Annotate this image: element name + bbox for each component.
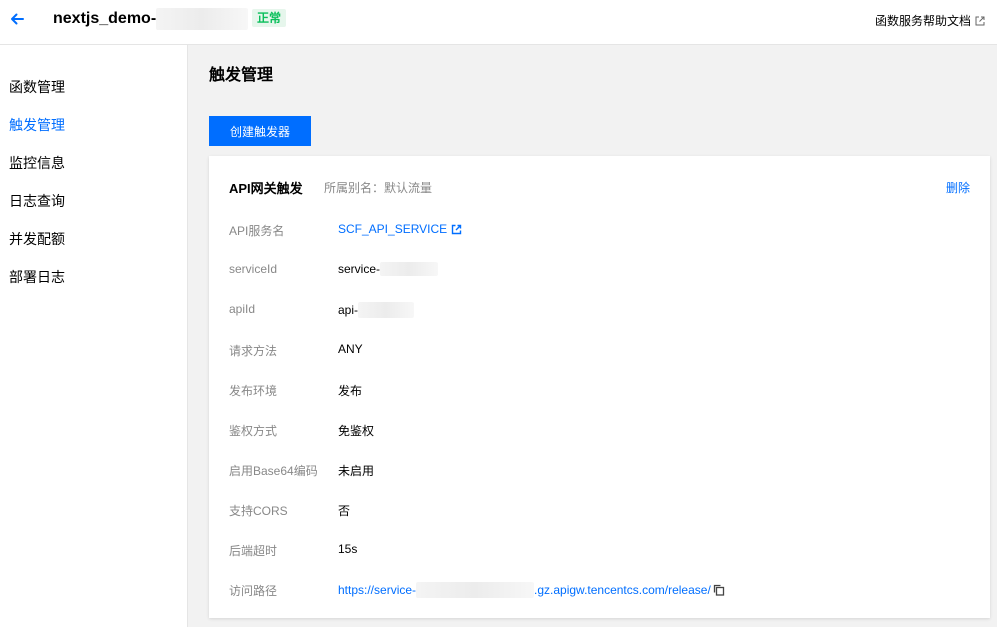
sidebar-item-deploy-logs[interactable]: 部署日志: [9, 267, 65, 287]
access-path-link[interactable]: https://service- .gz.apigw.tencentcs.com…: [338, 582, 725, 598]
field-row-environment: 发布环境 发布: [229, 382, 969, 402]
top-bar: nextjs_demo- 正常 函数服务帮助文档: [0, 0, 997, 45]
back-arrow-icon[interactable]: [8, 10, 26, 28]
field-row-timeout: 后端超时 15s: [229, 542, 969, 562]
field-row-api-id: apiId api-: [229, 302, 969, 322]
redacted-block: [380, 262, 439, 276]
field-value: 15s: [338, 542, 358, 556]
service-name-link[interactable]: SCF_API_SERVICE: [338, 222, 462, 236]
sidebar: 函数管理 触发管理 监控信息 日志查询 并发配额 部署日志: [0, 45, 188, 627]
field-label: 启用Base64编码: [229, 464, 318, 478]
function-name: nextjs_demo-: [53, 10, 157, 27]
access-path-prefix: https://service-: [338, 583, 417, 597]
field-value: 否: [338, 504, 351, 518]
trigger-alias: 所属别名：默认流量: [324, 181, 433, 195]
sidebar-item-concurrency[interactable]: 并发配额: [9, 229, 65, 249]
external-link-icon: [975, 16, 985, 25]
sidebar-item-logs[interactable]: 日志查询: [9, 191, 65, 211]
access-path-suffix: .gz.apigw.tencentcs.com/release/: [534, 583, 711, 597]
field-label: 请求方法: [229, 344, 278, 358]
field-row-cors: 支持CORS 否: [229, 502, 969, 522]
field-row-service-id: serviceId service-: [229, 262, 969, 282]
sidebar-item-triggers[interactable]: 触发管理: [9, 115, 65, 135]
field-label: 支持CORS: [229, 504, 288, 518]
field-label: API服务名: [229, 224, 285, 238]
page-title: 触发管理: [209, 67, 274, 84]
trigger-card: API网关触发 所属别名：默认流量 删除 API服务名 SCF_API_SERV…: [209, 156, 990, 618]
field-row-service-name: API服务名 SCF_API_SERVICE: [229, 222, 969, 242]
field-label: 访问路径: [229, 584, 278, 598]
status-badge: 正常: [252, 9, 287, 27]
help-doc-label: 函数服务帮助文档: [874, 14, 971, 28]
field-row-auth: 鉴权方式 免鉴权: [229, 422, 969, 442]
field-label: serviceId: [229, 262, 278, 276]
field-value: 发布: [338, 384, 363, 398]
api-id-value: api-: [338, 302, 415, 318]
service-id-value: service-: [338, 262, 439, 276]
field-row-method: 请求方法 ANY: [229, 342, 969, 362]
field-value: SCF_API_SERVICE: [338, 222, 448, 236]
trigger-title: API网关触发: [229, 181, 303, 196]
external-link-icon: [451, 224, 462, 234]
field-label: 鉴权方式: [229, 424, 278, 438]
field-value: service-: [338, 262, 381, 276]
sidebar-item-monitoring[interactable]: 监控信息: [9, 153, 65, 173]
create-trigger-button[interactable]: 创建触发器: [209, 116, 311, 146]
field-row-base64: 启用Base64编码 未启用: [229, 462, 969, 482]
sidebar-item-functions[interactable]: 函数管理: [9, 77, 65, 97]
redacted-block: [416, 582, 535, 598]
field-value: ANY: [338, 342, 363, 356]
delete-button[interactable]: 删除: [946, 179, 970, 196]
field-value: 免鉴权: [338, 424, 375, 438]
field-value: 未启用: [338, 464, 375, 478]
field-row-access-path: 访问路径 https://service- .gz.apigw.tencentc…: [229, 582, 969, 602]
redacted-block: [358, 302, 415, 318]
help-doc-link[interactable]: 函数服务帮助文档: [875, 12, 985, 29]
field-label: apiId: [229, 302, 256, 316]
field-label: 后端超时: [229, 544, 278, 558]
field-value: api-: [338, 303, 359, 317]
copy-icon[interactable]: [713, 584, 725, 596]
field-label: 发布环境: [229, 384, 278, 398]
redacted-block: [156, 8, 248, 30]
